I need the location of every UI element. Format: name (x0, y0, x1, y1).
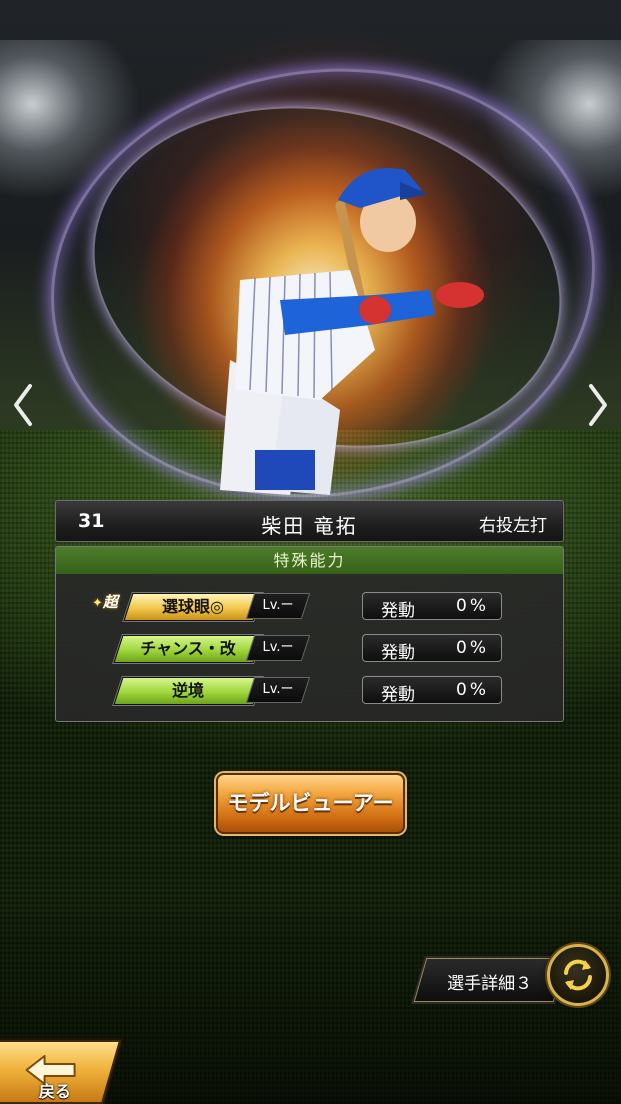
ability-row[interactable]: ✦超 選球眼◎ Lv.ー 発動 0% (56, 591, 563, 621)
player-detail-button[interactable]: 選手詳細３ (413, 958, 567, 1002)
activation-rate: 発動 0% (362, 592, 502, 621)
ability-name: 逆境 (171, 681, 204, 700)
chevron-right-icon[interactable] (583, 382, 613, 428)
ability-level: Lv.ー (245, 593, 311, 619)
special-abilities-panel: 特殊能力 ✦超 選球眼◎ Lv.ー 発動 0% チャンス・改 Lv.ー 発動 0… (55, 546, 564, 722)
back-button[interactable]: 戻る (0, 1040, 122, 1104)
player-image (200, 160, 500, 500)
ability-level: Lv.ー (245, 677, 311, 703)
player-name-bar: 31 柴田 竜拓 右投左打 (55, 500, 564, 542)
ability-row[interactable]: チャンス・改 Lv.ー 発動 0% (56, 633, 563, 663)
ability-name: 選球眼◎ (162, 597, 224, 616)
model-viewer-button[interactable]: モデルビューアー (216, 773, 405, 834)
activation-value: 0% (456, 596, 489, 616)
activation-label: 発動 (381, 685, 415, 705)
player-detail-label: 選手詳細３ (447, 974, 533, 994)
activation-label: 発動 (381, 643, 415, 663)
activation-rate: 発動 0% (362, 634, 502, 663)
activation-value: 0% (456, 638, 489, 658)
activation-value: 0% (456, 680, 489, 700)
ability-tag: チャンス・改 (113, 635, 263, 663)
activation-rate: 発動 0% (362, 676, 502, 705)
ability-row[interactable]: 逆境 Lv.ー 発動 0% (56, 675, 563, 705)
special-abilities-header: 特殊能力 (56, 547, 563, 574)
chevron-left-icon[interactable] (8, 382, 38, 428)
ability-level: Lv.ー (245, 635, 311, 661)
throwing-batting-hand: 右投左打 (479, 516, 547, 536)
sparkle-icon: ✦ (92, 596, 103, 611)
back-label: 戻る (38, 1082, 71, 1101)
ability-tag: 選球眼◎ (123, 593, 263, 621)
swap-icon[interactable] (547, 944, 609, 1006)
ability-tag: 逆境 (113, 677, 263, 705)
activation-label: 発動 (381, 601, 415, 621)
ability-name: チャンス・改 (140, 639, 236, 658)
